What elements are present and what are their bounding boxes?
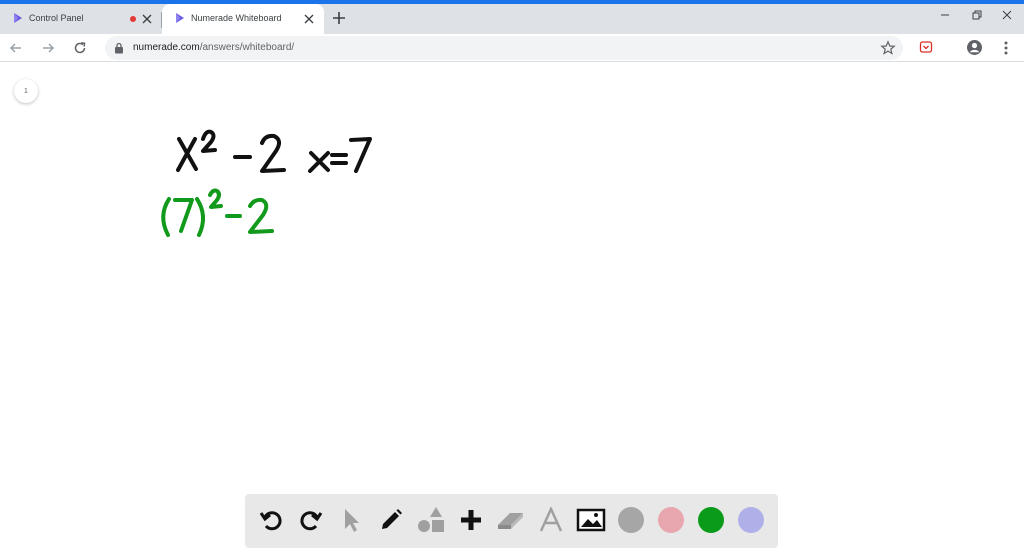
shapes-tool-button[interactable]	[416, 505, 446, 535]
add-button[interactable]	[456, 505, 486, 535]
ink-digit-7-green	[173, 198, 194, 233]
numerade-logo-icon	[176, 13, 184, 23]
recording-icon	[130, 16, 136, 22]
browser-toolbar: numerade.com/answers/whiteboard/	[0, 34, 1024, 62]
tab-control-panel[interactable]: Control Panel	[0, 4, 162, 34]
tab-numerade-whiteboard[interactable]: Numerade Whiteboard	[162, 4, 324, 34]
redo-icon	[300, 511, 323, 531]
ink-digit-2	[260, 133, 286, 173]
tab-title: Control Panel	[29, 13, 84, 23]
extension-icon[interactable]	[919, 40, 933, 54]
bookmark-star-icon[interactable]	[880, 40, 896, 56]
whiteboard-tool-palette	[245, 494, 778, 548]
text-tool-button[interactable]	[536, 505, 566, 535]
forward-arrow-icon[interactable]	[39, 39, 57, 57]
ink-x-second	[308, 151, 330, 173]
more-vertical-icon[interactable]	[1000, 39, 1012, 57]
address-bar[interactable]: numerade.com/answers/whiteboard/	[105, 36, 903, 60]
ink-close-paren	[195, 197, 205, 237]
reload-icon[interactable]	[71, 39, 89, 57]
color-swatch-pink[interactable]	[658, 507, 684, 533]
redo-button[interactable]	[296, 505, 326, 535]
ink-superscript-2-green	[208, 188, 223, 209]
lock-icon	[115, 42, 123, 54]
ink-line-black	[176, 129, 372, 173]
shapes-icon	[418, 507, 444, 532]
image-tool-button[interactable]	[576, 505, 606, 535]
new-tab-plus-icon[interactable]	[330, 9, 348, 27]
close-icon[interactable]	[139, 11, 155, 27]
ink-superscript-2	[201, 129, 217, 153]
ink-open-paren	[161, 197, 171, 237]
tab-title: Numerade Whiteboard	[191, 13, 282, 23]
plus-icon	[461, 510, 481, 530]
select-tool-button[interactable]	[336, 505, 366, 535]
color-swatch-green[interactable]	[698, 507, 724, 533]
url-text: numerade.com/answers/whiteboard/	[133, 42, 294, 53]
ink-x	[176, 137, 198, 172]
pencil-icon	[382, 509, 402, 529]
profile-avatar-icon[interactable]	[966, 39, 983, 56]
ink-equals	[330, 153, 348, 165]
eraser-icon	[498, 513, 523, 529]
undo-icon	[259, 511, 282, 531]
text-icon	[539, 507, 563, 532]
image-icon	[576, 508, 606, 532]
color-swatch-gray[interactable]	[618, 507, 644, 533]
handwritten-ink-layer	[161, 129, 372, 237]
minimize-icon[interactable]	[938, 8, 952, 22]
close-window-icon[interactable]	[1000, 8, 1014, 22]
ink-digit-7	[349, 137, 372, 173]
url-path: /answers/whiteboard/	[199, 42, 295, 53]
numerade-logo-icon	[14, 13, 22, 23]
eraser-tool-button[interactable]	[496, 505, 526, 535]
whiteboard-canvas[interactable]: 1	[0, 63, 1024, 554]
url-host: numerade.com	[133, 42, 200, 53]
restore-icon[interactable]	[970, 8, 984, 22]
pencil-tool-button[interactable]	[376, 505, 406, 535]
tab-strip: Control Panel Numerade Whiteboard	[0, 4, 1024, 34]
select-pointer-icon	[345, 509, 359, 532]
undo-button[interactable]	[256, 505, 286, 535]
color-swatch-lavender[interactable]	[738, 507, 764, 533]
ink-digit-2-green	[248, 197, 274, 234]
back-arrow-icon[interactable]	[7, 39, 25, 57]
ink-line-green	[161, 188, 274, 237]
close-icon[interactable]	[301, 11, 317, 27]
